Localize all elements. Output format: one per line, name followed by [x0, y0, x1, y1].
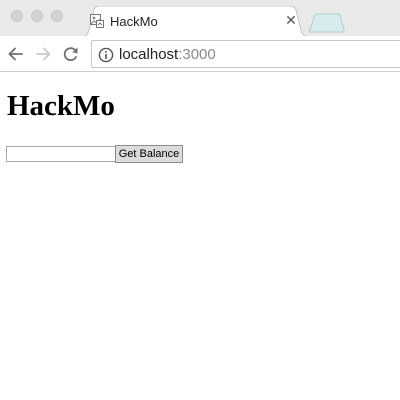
close-icon[interactable]: ✕	[283, 12, 299, 28]
browser-toolbar: localhost:3000	[0, 36, 400, 72]
window-minimize-dot[interactable]	[31, 10, 43, 22]
url-text[interactable]: localhost:3000	[119, 46, 216, 63]
get-balance-button[interactable]: Get Balance	[115, 145, 183, 163]
broken-image-icon	[89, 13, 105, 29]
address-input[interactable]	[6, 146, 116, 162]
browser-tab[interactable]: HackMo ✕	[80, 6, 310, 37]
tab-strip: HackMo ✕	[0, 0, 400, 37]
page-content: HackMo Get Balance	[0, 73, 400, 400]
forward-arrow-icon[interactable]	[33, 44, 53, 64]
back-arrow-icon[interactable]	[6, 44, 26, 64]
url-host: localhost	[119, 46, 179, 63]
reload-icon[interactable]	[61, 44, 81, 64]
window-close-dot[interactable]	[11, 10, 23, 22]
new-tab-shape	[308, 13, 345, 33]
address-bar[interactable]: localhost:3000	[91, 40, 400, 68]
info-icon[interactable]	[98, 47, 114, 63]
url-port: :3000	[178, 46, 216, 63]
page-title: HackMo	[7, 90, 115, 122]
tab-title: HackMo	[110, 14, 158, 29]
new-tab-button[interactable]	[308, 13, 346, 33]
window-maximize-dot[interactable]	[51, 10, 63, 22]
